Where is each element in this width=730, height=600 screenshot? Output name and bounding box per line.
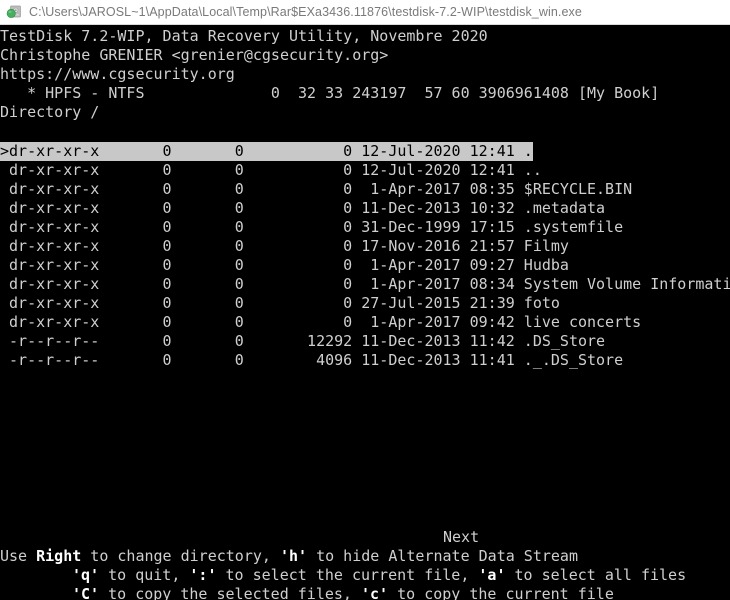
- author-line: Christophe GRENIER <grenier@cgsecurity.o…: [0, 46, 388, 65]
- website-line: https://www.cgsecurity.org: [0, 65, 235, 84]
- help-2-text-a: to quit,: [99, 566, 189, 584]
- file-list-row[interactable]: dr-xr-xr-x 0 0 0 17-Nov-2016 21:57 Filmy: [0, 237, 569, 256]
- file-list-row[interactable]: dr-xr-xr-x 0 0 0 1-Apr-2017 08:35 $RECYC…: [0, 180, 632, 199]
- file-list-row[interactable]: dr-xr-xr-x 0 0 0 1-Apr-2017 08:34 System…: [0, 275, 730, 294]
- partition-line: * HPFS - NTFS 0 32 33 243197 57 60 39069…: [0, 84, 659, 103]
- file-list-row[interactable]: dr-xr-xr-x 0 0 0 27-Jul-2015 21:39 foto: [0, 294, 560, 313]
- file-list-row-selected[interactable]: >dr-xr-xr-x 0 0 0 12-Jul-2020 12:41 .: [0, 142, 533, 161]
- help-key-right: Right: [36, 547, 81, 565]
- app-title-line: TestDisk 7.2-WIP, Data Recovery Utility,…: [0, 27, 488, 46]
- file-list-row[interactable]: dr-xr-xr-x 0 0 0 1-Apr-2017 09:42 live c…: [0, 313, 641, 332]
- file-row-text: dr-xr-xr-x 0 0 0 1-Apr-2017 08:34 System…: [0, 275, 730, 293]
- help-3-text-a: to copy the selected files,: [99, 585, 361, 600]
- file-row-text: -r--r--r-- 0 0 12292 11-Dec-2013 11:42 .…: [0, 332, 605, 350]
- directory-path-line: Directory /: [0, 103, 99, 122]
- file-row-text: dr-xr-xr-x 0 0 0 11-Dec-2013 10:32 .meta…: [0, 199, 605, 217]
- file-row-text: >dr-xr-xr-x 0 0 0 12-Jul-2020 12:41 .: [0, 142, 533, 161]
- testdisk-app-icon: [6, 4, 22, 20]
- help-line-3: 'C' to copy the selected files, 'c' to c…: [72, 585, 614, 600]
- file-list-row[interactable]: -r--r--r-- 0 0 4096 11-Dec-2013 11:41 ._…: [0, 351, 623, 370]
- help-line-2: 'q' to quit, ':' to select the current f…: [72, 566, 686, 585]
- help-key-C-upper: 'C': [72, 585, 99, 600]
- window-titlebar: C:\Users\JAROSL~1\AppData\Local\Temp\Rar…: [0, 0, 730, 25]
- file-list-row[interactable]: dr-xr-xr-x 0 0 0 31-Dec-1999 17:15 .syst…: [0, 218, 623, 237]
- file-row-text: dr-xr-xr-x 0 0 0 12-Jul-2020 12:41 ..: [0, 161, 542, 179]
- help-2-text-c: to select all files: [506, 566, 687, 584]
- help-key-h: 'h': [280, 547, 307, 565]
- terminal-body: TestDisk 7.2-WIP, Data Recovery Utility,…: [0, 25, 730, 600]
- file-row-text: dr-xr-xr-x 0 0 0 27-Jul-2015 21:39 foto: [0, 294, 560, 312]
- help-key-colon: ':': [189, 566, 216, 584]
- help-key-a: 'a': [478, 566, 505, 584]
- file-row-text: dr-xr-xr-x 0 0 0 31-Dec-1999 17:15 .syst…: [0, 218, 623, 236]
- file-list-row[interactable]: -r--r--r-- 0 0 12292 11-Dec-2013 11:42 .…: [0, 332, 605, 351]
- file-row-text: dr-xr-xr-x 0 0 0 1-Apr-2017 09:42 live c…: [0, 313, 641, 331]
- file-row-text: dr-xr-xr-x 0 0 0 1-Apr-2017 09:27 Hudba: [0, 256, 569, 274]
- file-list-row[interactable]: dr-xr-xr-x 0 0 0 11-Dec-2013 10:32 .meta…: [0, 199, 605, 218]
- help-2-text-b: to select the current file,: [217, 566, 479, 584]
- file-row-text: dr-xr-xr-x 0 0 0 1-Apr-2017 08:35 $RECYC…: [0, 180, 632, 198]
- help-1-text-c: to hide Alternate Data Stream: [307, 547, 578, 565]
- file-list-row[interactable]: dr-xr-xr-x 0 0 0 12-Jul-2020 12:41 ..: [0, 161, 542, 180]
- help-1-text-a: Use: [0, 547, 36, 565]
- testdisk-window: C:\Users\JAROSL~1\AppData\Local\Temp\Rar…: [0, 0, 730, 600]
- file-list-row[interactable]: dr-xr-xr-x 0 0 0 1-Apr-2017 09:27 Hudba: [0, 256, 569, 275]
- window-title-text: C:\Users\JAROSL~1\AppData\Local\Temp\Rar…: [29, 5, 582, 19]
- help-key-c-lower: 'c': [361, 585, 388, 600]
- next-indicator[interactable]: Next: [443, 528, 479, 547]
- file-row-text: dr-xr-xr-x 0 0 0 17-Nov-2016 21:57 Filmy: [0, 237, 569, 255]
- help-1-text-b: to change directory,: [81, 547, 280, 565]
- file-row-text: -r--r--r-- 0 0 4096 11-Dec-2013 11:41 ._…: [0, 351, 623, 369]
- help-3-text-b: to copy the current file: [388, 585, 614, 600]
- help-line-1: Use Right to change directory, 'h' to hi…: [0, 547, 578, 566]
- help-key-q: 'q': [72, 566, 99, 584]
